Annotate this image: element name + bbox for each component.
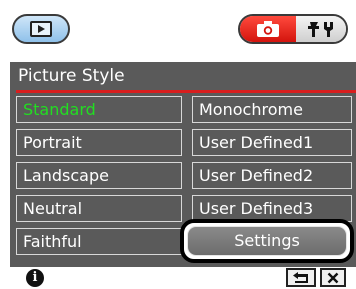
mode-switch [238, 14, 348, 44]
playback-icon [30, 21, 52, 37]
option-label: Landscape [23, 166, 109, 185]
camera-icon [257, 21, 279, 37]
style-option-faithful[interactable]: Faithful [16, 228, 182, 255]
option-label: Neutral [23, 199, 83, 218]
camera-tab[interactable] [240, 16, 296, 42]
close-button[interactable] [320, 268, 346, 287]
option-label: User Defined3 [199, 199, 314, 218]
info-icon[interactable]: i [26, 269, 44, 287]
back-button[interactable] [286, 268, 316, 287]
style-option-user-defined2[interactable]: User Defined2 [192, 162, 352, 189]
option-label: User Defined1 [199, 133, 314, 152]
style-option-portrait[interactable]: Portrait [16, 129, 182, 156]
top-toolbar [0, 0, 356, 60]
style-option-user-defined1[interactable]: User Defined1 [192, 129, 352, 156]
option-label: Standard [23, 100, 96, 119]
style-option-standard[interactable]: Standard [16, 96, 182, 123]
playback-button[interactable] [12, 14, 70, 44]
tools-icon [308, 22, 333, 37]
panel-title: Picture Style [18, 66, 125, 86]
settings-button[interactable]: Settings [180, 219, 354, 263]
style-option-monochrome[interactable]: Monochrome [192, 96, 352, 123]
option-label: Monochrome [199, 100, 303, 119]
back-icon [293, 272, 308, 283]
tools-tab[interactable] [296, 16, 346, 42]
style-option-neutral[interactable]: Neutral [16, 195, 182, 222]
option-label: User Defined2 [199, 166, 314, 185]
style-option-landscape[interactable]: Landscape [16, 162, 182, 189]
option-label: Portrait [23, 133, 82, 152]
option-label: Faithful [23, 232, 82, 251]
settings-label: Settings [187, 226, 347, 256]
style-option-user-defined3[interactable]: User Defined3 [192, 195, 352, 222]
close-icon [327, 272, 339, 283]
title-underline [16, 90, 356, 93]
bottom-bar: i [0, 267, 356, 289]
